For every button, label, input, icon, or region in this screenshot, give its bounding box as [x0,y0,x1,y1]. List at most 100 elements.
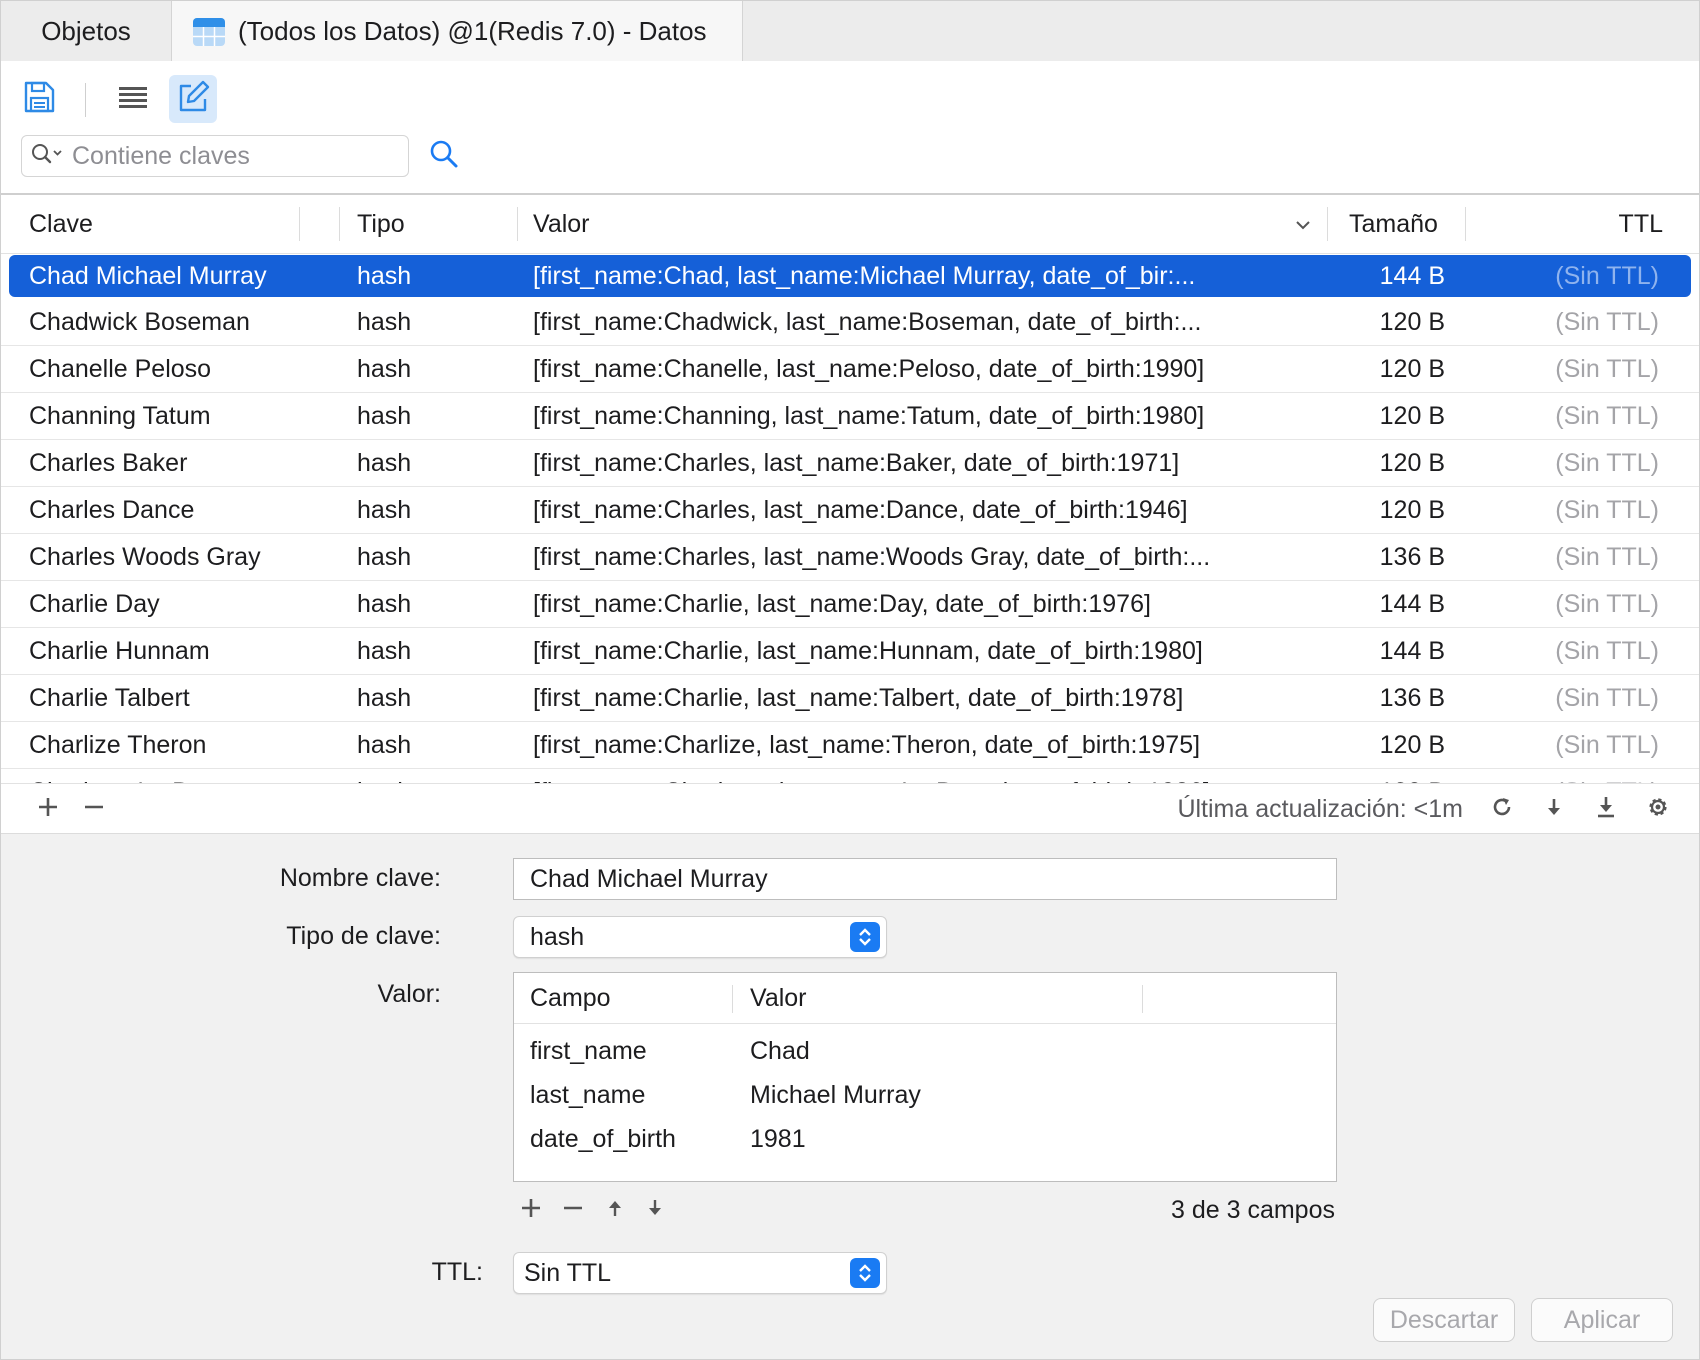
search-icon [429,139,459,174]
column-resizer[interactable] [339,207,340,241]
cell-key: Chadwick Boseman [29,308,250,336]
cell-value: [first_name:Chanelle, last_name:Peloso, … [533,355,1205,383]
column-resizer[interactable] [517,207,518,241]
tab-objetos[interactable]: Objetos [1,1,171,61]
load-all-button[interactable] [1589,792,1623,826]
save-button[interactable] [15,75,63,123]
remove-field-button[interactable] [557,1194,589,1226]
add-row-button[interactable] [31,792,65,826]
key-type-value: hash [530,923,585,951]
column-resizer[interactable] [1142,985,1143,1013]
load-more-icon [1544,796,1564,823]
add-field-button[interactable] [515,1194,547,1226]
column-header-key[interactable]: Clave [29,195,93,253]
load-more-button[interactable] [1537,792,1571,826]
app-window: Objetos (Todos los Datos) @1(Redis 7.0) … [0,0,1700,1360]
search-field [21,135,409,177]
cell-size: 120 B [1341,769,1445,783]
column-header-ttl[interactable]: TTL [1501,195,1663,253]
cell-size: 120 B [1379,731,1445,759]
cell-size: 136 B [1379,543,1445,571]
column-header-label: TTL [1618,209,1663,238]
hash-fields-table: Campo Valor first_name Chad last_name Mi… [513,972,1337,1182]
cell-type: hash [357,590,412,618]
cell-type: hash [357,355,412,383]
column-resizer[interactable] [1465,207,1466,241]
cell-ttl: (Sin TTL) [1555,496,1659,524]
arrow-up-icon [606,1198,624,1223]
cell-value: [first_name:Chadwick, last_name:Boseman,… [533,308,1202,336]
refresh-button[interactable] [1485,792,1519,826]
cell-ttl: (Sin TTL) [1555,402,1659,430]
column-header-field[interactable]: Campo [530,973,611,1023]
column-header-label: Valor [533,209,590,238]
column-header-value[interactable]: Valor [750,973,807,1023]
cell-ttl: (Sin TTL) [1555,731,1659,759]
cell-size: 144 B [1379,590,1445,618]
key-name-field[interactable]: Chad Michael Murray [513,858,1337,900]
cell-type: hash [357,731,412,759]
table-row[interactable]: Charles Dance hash [first_name:Charles, … [1,487,1699,534]
remove-icon [562,1197,584,1224]
column-header-value[interactable]: Valor [533,195,1313,253]
cell-size: 120 B [1379,496,1445,524]
save-icon [22,80,56,119]
cell-type: hash [357,769,497,783]
field-value: Chad [750,1037,810,1065]
column-resizer[interactable] [732,985,733,1013]
cell-size: 120 B [1379,449,1445,477]
edit-button[interactable] [169,75,217,123]
hash-field-row[interactable]: last_name Michael Murray [514,1073,1336,1117]
column-header-size[interactable]: Tamaño [1349,195,1438,253]
cell-key: Charlie Day [29,590,160,618]
cell-key: Chanelle Peloso [29,355,212,383]
list-view-icon [117,82,149,117]
cell-type: hash [357,402,412,430]
cell-value: [first_name:Chad, last_name:Michael Murr… [533,262,1196,290]
column-resizer[interactable] [299,207,300,241]
cell-key: Channing Tatum [29,402,211,430]
discard-button[interactable]: Descartar [1373,1298,1515,1342]
search-input[interactable] [70,140,394,172]
key-name-label: Nombre clave: [279,864,441,892]
last-refresh-status: Última actualización: <1m [1177,795,1463,823]
select-stepper-icon [850,922,880,952]
chevron-down-icon [1293,213,1313,242]
cell-key: Charlie Hunnam [29,637,210,665]
table-row[interactable]: Chadwick Boseman hash [first_name:Chadwi… [1,299,1699,346]
field-name: date_of_birth [530,1125,676,1153]
list-view-button[interactable] [109,75,157,123]
hash-field-row[interactable]: first_name Chad [514,1029,1336,1073]
tab-label: Objetos [41,15,131,46]
ttl-select[interactable]: Sin TTL [513,1252,887,1294]
tab-data[interactable]: (Todos los Datos) @1(Redis 7.0) - Datos [171,1,743,62]
cell-size: 120 B [1379,402,1445,430]
table-row[interactable]: Channing Tatum hash [first_name:Channing… [1,393,1699,440]
table-row[interactable]: Charlotte Le Bon hash [first_name:Charlo… [1,769,1699,783]
table-row[interactable]: Charlie Talbert hash [first_name:Charlie… [1,675,1699,722]
cell-value: [first_name:Charles, last_name:Woods Gra… [533,543,1211,571]
column-resizer[interactable] [1327,207,1328,241]
table-row[interactable]: Charlize Theron hash [first_name:Charliz… [1,722,1699,769]
field-value: Michael Murray [750,1081,921,1109]
table-row[interactable]: Charlie Day hash [first_name:Charlie, la… [1,581,1699,628]
settings-button[interactable] [1641,792,1675,826]
field-name: first_name [530,1037,647,1065]
table-row[interactable]: Chanelle Peloso hash [first_name:Chanell… [1,346,1699,393]
apply-button[interactable]: Aplicar [1531,1298,1673,1342]
table-row[interactable]: Chad Michael Murray hash [first_name:Cha… [9,255,1691,297]
table-row[interactable]: Charlie Hunnam hash [first_name:Charlie,… [1,628,1699,675]
column-header-type[interactable]: Tipo [357,195,405,253]
table-row[interactable]: Charles Baker hash [first_name:Charles, … [1,440,1699,487]
hash-field-row[interactable]: date_of_birth 1981 [514,1117,1336,1161]
move-field-up-button[interactable] [599,1194,631,1226]
grid-header: Clave Tipo Valor Tamaño TTL [1,195,1699,254]
key-type-select[interactable]: hash [513,916,887,958]
search-button[interactable] [425,137,463,175]
cell-key: Charles Baker [29,449,188,477]
move-field-down-button[interactable] [639,1194,671,1226]
cell-size: 136 B [1379,684,1445,712]
table-row[interactable]: Charles Woods Gray hash [first_name:Char… [1,534,1699,581]
search-options-icon[interactable] [30,142,64,171]
remove-row-button[interactable] [77,792,111,826]
